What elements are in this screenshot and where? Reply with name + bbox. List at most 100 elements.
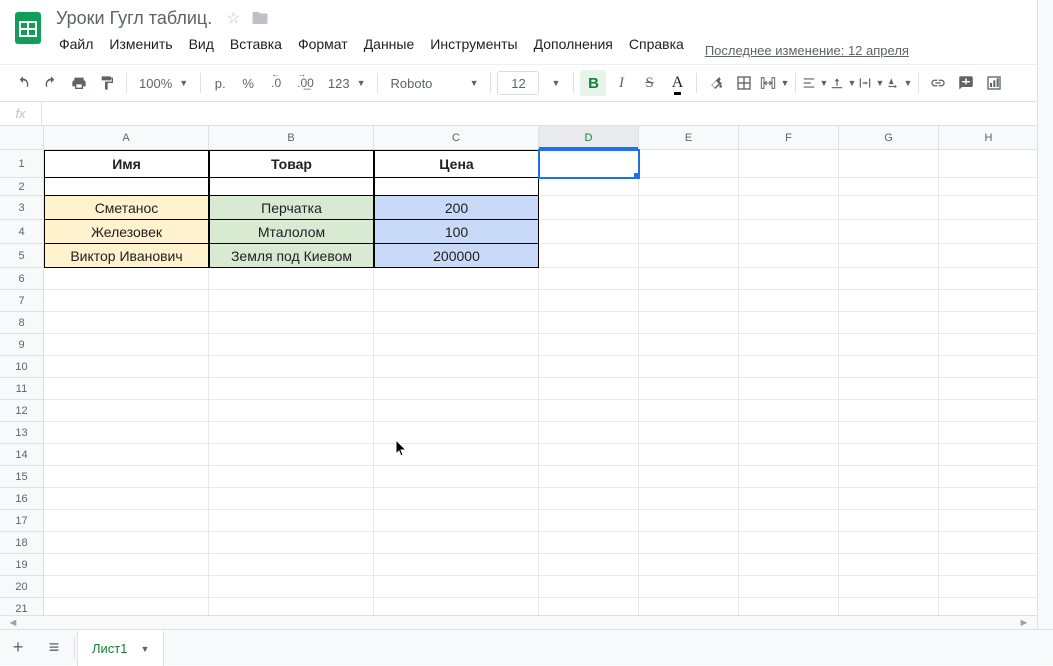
cell-D1[interactable] bbox=[539, 150, 639, 178]
cell-G5[interactable] bbox=[839, 244, 939, 268]
cell-G10[interactable] bbox=[839, 356, 939, 378]
col-header-G[interactable]: G bbox=[839, 126, 939, 150]
cell-C3[interactable]: 200 bbox=[374, 196, 539, 220]
cell-G3[interactable] bbox=[839, 196, 939, 220]
formula-input[interactable] bbox=[42, 102, 1053, 125]
cell-D4[interactable] bbox=[539, 220, 639, 244]
cell-H15[interactable] bbox=[939, 466, 1039, 488]
text-rotation-button[interactable]: ▼ bbox=[886, 70, 912, 96]
cell-A9[interactable] bbox=[44, 334, 209, 356]
cell-C4[interactable]: 100 bbox=[374, 220, 539, 244]
cell-B9[interactable] bbox=[209, 334, 374, 356]
cell-F4[interactable] bbox=[739, 220, 839, 244]
menu-справка[interactable]: Справка bbox=[622, 32, 691, 56]
cell-G14[interactable] bbox=[839, 444, 939, 466]
cell-E13[interactable] bbox=[639, 422, 739, 444]
cell-E20[interactable] bbox=[639, 576, 739, 598]
cell-B6[interactable] bbox=[209, 268, 374, 290]
cell-G11[interactable] bbox=[839, 378, 939, 400]
add-sheet-button[interactable]: + bbox=[0, 630, 36, 666]
cell-D13[interactable] bbox=[539, 422, 639, 444]
cell-E19[interactable] bbox=[639, 554, 739, 576]
cell-E21[interactable] bbox=[639, 598, 739, 616]
cell-F19[interactable] bbox=[739, 554, 839, 576]
row-header-7[interactable]: 7 bbox=[0, 290, 44, 312]
cell-H10[interactable] bbox=[939, 356, 1039, 378]
row-header-8[interactable]: 8 bbox=[0, 312, 44, 334]
row-header-14[interactable]: 14 bbox=[0, 444, 44, 466]
cell-B7[interactable] bbox=[209, 290, 374, 312]
cell-A2[interactable] bbox=[44, 178, 209, 196]
italic-button[interactable]: I bbox=[608, 70, 634, 96]
cell-H21[interactable] bbox=[939, 598, 1039, 616]
cell-E12[interactable] bbox=[639, 400, 739, 422]
cell-D21[interactable] bbox=[539, 598, 639, 616]
cell-E3[interactable] bbox=[639, 196, 739, 220]
cell-E2[interactable] bbox=[639, 178, 739, 196]
cell-H19[interactable] bbox=[939, 554, 1039, 576]
font-size-input[interactable]: 12 bbox=[497, 71, 539, 95]
cell-C16[interactable] bbox=[374, 488, 539, 510]
cell-H4[interactable] bbox=[939, 220, 1039, 244]
cell-D8[interactable] bbox=[539, 312, 639, 334]
text-wrap-button[interactable]: ▼ bbox=[858, 70, 884, 96]
cell-F9[interactable] bbox=[739, 334, 839, 356]
cell-C7[interactable] bbox=[374, 290, 539, 312]
more-formats-button[interactable]: 123▼ bbox=[322, 70, 372, 96]
cell-G9[interactable] bbox=[839, 334, 939, 356]
cell-A18[interactable] bbox=[44, 532, 209, 554]
cell-H14[interactable] bbox=[939, 444, 1039, 466]
v-align-button[interactable]: ▼ bbox=[830, 70, 856, 96]
format-currency-button[interactable]: р. bbox=[207, 70, 233, 96]
cell-A19[interactable] bbox=[44, 554, 209, 576]
move-folder-icon[interactable] bbox=[251, 9, 269, 27]
font-family-select[interactable]: Roboto▼ bbox=[384, 70, 484, 96]
cell-D20[interactable] bbox=[539, 576, 639, 598]
cell-B16[interactable] bbox=[209, 488, 374, 510]
col-header-F[interactable]: F bbox=[739, 126, 839, 150]
cell-F7[interactable] bbox=[739, 290, 839, 312]
cell-A4[interactable]: Железовек bbox=[44, 220, 209, 244]
cell-G1[interactable] bbox=[839, 150, 939, 178]
cell-H9[interactable] bbox=[939, 334, 1039, 356]
cell-B13[interactable] bbox=[209, 422, 374, 444]
cell-F13[interactable] bbox=[739, 422, 839, 444]
cell-D10[interactable] bbox=[539, 356, 639, 378]
font-size-dropdown[interactable]: ▼ bbox=[541, 70, 567, 96]
cell-E5[interactable] bbox=[639, 244, 739, 268]
cell-E6[interactable] bbox=[639, 268, 739, 290]
cell-A17[interactable] bbox=[44, 510, 209, 532]
row-header-13[interactable]: 13 bbox=[0, 422, 44, 444]
cell-D5[interactable] bbox=[539, 244, 639, 268]
v-scrollbar[interactable] bbox=[1037, 0, 1053, 629]
cell-D9[interactable] bbox=[539, 334, 639, 356]
cell-B4[interactable]: Мталолом bbox=[209, 220, 374, 244]
col-header-E[interactable]: E bbox=[639, 126, 739, 150]
cell-H11[interactable] bbox=[939, 378, 1039, 400]
cell-G12[interactable] bbox=[839, 400, 939, 422]
cell-E16[interactable] bbox=[639, 488, 739, 510]
cell-G4[interactable] bbox=[839, 220, 939, 244]
cell-E14[interactable] bbox=[639, 444, 739, 466]
cell-A11[interactable] bbox=[44, 378, 209, 400]
cell-H2[interactable] bbox=[939, 178, 1039, 196]
menu-файл[interactable]: Файл bbox=[52, 32, 100, 56]
cell-G8[interactable] bbox=[839, 312, 939, 334]
undo-button[interactable] bbox=[10, 70, 36, 96]
cell-E18[interactable] bbox=[639, 532, 739, 554]
format-percent-button[interactable]: % bbox=[235, 70, 261, 96]
cell-F2[interactable] bbox=[739, 178, 839, 196]
insert-chart-button[interactable] bbox=[981, 70, 1007, 96]
menu-вставка[interactable]: Вставка bbox=[223, 32, 289, 56]
cell-G13[interactable] bbox=[839, 422, 939, 444]
cell-H13[interactable] bbox=[939, 422, 1039, 444]
cell-F3[interactable] bbox=[739, 196, 839, 220]
h-scrollbar[interactable]: ◄ ► bbox=[0, 615, 1037, 629]
decrease-decimals-button[interactable]: .0← bbox=[263, 70, 289, 96]
cell-F11[interactable] bbox=[739, 378, 839, 400]
row-header-15[interactable]: 15 bbox=[0, 466, 44, 488]
cell-E11[interactable] bbox=[639, 378, 739, 400]
cell-H18[interactable] bbox=[939, 532, 1039, 554]
col-header-H[interactable]: H bbox=[939, 126, 1039, 150]
cell-A7[interactable] bbox=[44, 290, 209, 312]
